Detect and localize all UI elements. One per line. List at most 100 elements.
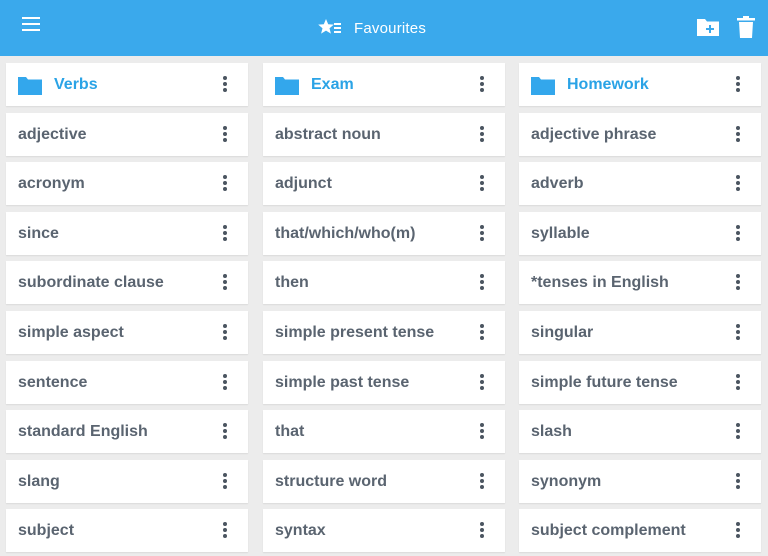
folder-header[interactable]: Homework <box>519 63 761 106</box>
list-item-label: sentence <box>18 373 88 391</box>
folder-column: Exam abstract noun adjunct that/which/who(m… <box>263 63 505 556</box>
more-options-icon[interactable] <box>474 373 490 392</box>
more-options-icon[interactable] <box>730 125 746 144</box>
more-options-icon[interactable] <box>217 175 233 193</box>
list-item-label: subject complement <box>531 522 686 540</box>
more-options-icon[interactable] <box>730 323 746 342</box>
more-options-icon[interactable] <box>474 323 490 342</box>
more-options-icon[interactable] <box>474 175 490 193</box>
app-title-group: Favourites <box>318 16 426 40</box>
list-item[interactable]: adverb <box>519 162 761 206</box>
list-item[interactable]: slang <box>6 459 248 503</box>
list-item[interactable]: standard English <box>6 410 248 454</box>
list-item-label: *tenses in English <box>531 274 669 292</box>
trash-icon[interactable] <box>734 15 758 39</box>
list-item-label: slash <box>531 423 572 441</box>
list-item[interactable]: slash <box>519 410 761 454</box>
list-item-label: that <box>275 423 305 441</box>
list-item-label: adjective <box>18 125 87 143</box>
hamburger-menu-icon[interactable] <box>22 17 40 37</box>
list-item[interactable]: subordinate clause <box>6 261 248 305</box>
more-options-icon[interactable] <box>217 522 233 540</box>
list-item[interactable]: *tenses in English <box>519 261 761 305</box>
folder-icon <box>275 77 299 95</box>
more-options-icon[interactable] <box>217 125 233 144</box>
more-options-icon[interactable] <box>474 125 490 144</box>
folder-icon <box>18 77 42 95</box>
list-item-label: adjunct <box>275 175 332 193</box>
more-options-icon[interactable] <box>474 76 490 94</box>
list-item[interactable]: adjective <box>6 112 248 156</box>
list-item[interactable]: abstract noun <box>263 112 505 156</box>
folder-header[interactable]: Exam <box>263 63 505 106</box>
more-options-icon[interactable] <box>474 472 490 491</box>
folder-column: Homework adjective phrase adverb syllable *t… <box>519 63 761 556</box>
list-item[interactable]: that <box>263 410 505 454</box>
folder-column: Verbs adjective acronym since subordinate cl… <box>6 63 248 556</box>
list-item-label: standard English <box>18 423 148 441</box>
more-options-icon[interactable] <box>730 373 746 392</box>
list-item-label: syllable <box>531 224 590 242</box>
list-item[interactable]: simple past tense <box>263 360 505 404</box>
more-options-icon[interactable] <box>730 175 746 193</box>
list-item[interactable]: syllable <box>519 211 761 255</box>
page-title: Favourites <box>354 19 427 37</box>
list-item[interactable]: singular <box>519 310 761 354</box>
more-options-icon[interactable] <box>217 76 233 94</box>
list-item[interactable]: acronym <box>6 162 248 206</box>
more-options-icon[interactable] <box>217 224 233 243</box>
app-bar: Favourites <box>0 0 768 56</box>
list-item-label: synonym <box>531 472 602 490</box>
more-options-icon[interactable] <box>217 323 233 342</box>
list-item[interactable]: adjective phrase <box>519 112 761 156</box>
list-item[interactable]: simple aspect <box>6 310 248 354</box>
more-options-icon[interactable] <box>217 472 233 491</box>
list-item-label: adjective phrase <box>531 125 657 143</box>
more-options-icon[interactable] <box>474 423 490 441</box>
list-item-label: simple future tense <box>531 373 678 391</box>
list-item-label: simple present tense <box>275 323 435 341</box>
list-item[interactable]: simple present tense <box>263 310 505 354</box>
list-item-label: simple aspect <box>18 323 124 341</box>
more-options-icon[interactable] <box>217 274 233 292</box>
list-item-label: abstract noun <box>275 125 381 143</box>
more-options-icon[interactable] <box>730 224 746 243</box>
list-item-label: simple past tense <box>275 373 410 391</box>
more-options-icon[interactable] <box>730 522 746 540</box>
list-item[interactable]: then <box>263 261 505 305</box>
list-item-label: slang <box>18 472 60 490</box>
more-options-icon[interactable] <box>730 472 746 491</box>
more-options-icon[interactable] <box>730 274 746 292</box>
new-folder-icon[interactable] <box>696 15 720 39</box>
list-item[interactable]: structure word <box>263 459 505 503</box>
list-item-label: adverb <box>531 175 584 193</box>
folder-title: Verbs <box>54 76 98 93</box>
list-item-label: subject <box>18 522 75 540</box>
folder-title: Exam <box>311 76 354 93</box>
folder-icon <box>531 77 555 95</box>
more-options-icon[interactable] <box>730 76 746 94</box>
more-options-icon[interactable] <box>730 423 746 441</box>
more-options-icon[interactable] <box>474 522 490 540</box>
list-item[interactable]: syntax <box>263 509 505 553</box>
list-item[interactable]: synonym <box>519 459 761 503</box>
list-item[interactable]: since <box>6 211 248 255</box>
list-item[interactable]: adjunct <box>263 162 505 206</box>
more-options-icon[interactable] <box>474 274 490 292</box>
folder-header[interactable]: Verbs <box>6 63 248 106</box>
more-options-icon[interactable] <box>217 373 233 392</box>
list-item-label: acronym <box>18 175 85 193</box>
list-item[interactable]: simple future tense <box>519 360 761 404</box>
list-item-label: since <box>18 224 59 242</box>
more-options-icon[interactable] <box>217 423 233 441</box>
more-options-icon[interactable] <box>474 224 490 243</box>
list-item-label: then <box>275 274 309 292</box>
list-item[interactable]: subject complement <box>519 509 761 553</box>
list-item-label: that/which/who(m) <box>275 224 416 242</box>
star-list-icon <box>318 19 341 34</box>
list-item[interactable]: subject <box>6 509 248 553</box>
list-item[interactable]: sentence <box>6 360 248 404</box>
list-item-label: subordinate clause <box>18 274 164 292</box>
list-item-label: syntax <box>275 522 326 540</box>
list-item[interactable]: that/which/who(m) <box>263 211 505 255</box>
